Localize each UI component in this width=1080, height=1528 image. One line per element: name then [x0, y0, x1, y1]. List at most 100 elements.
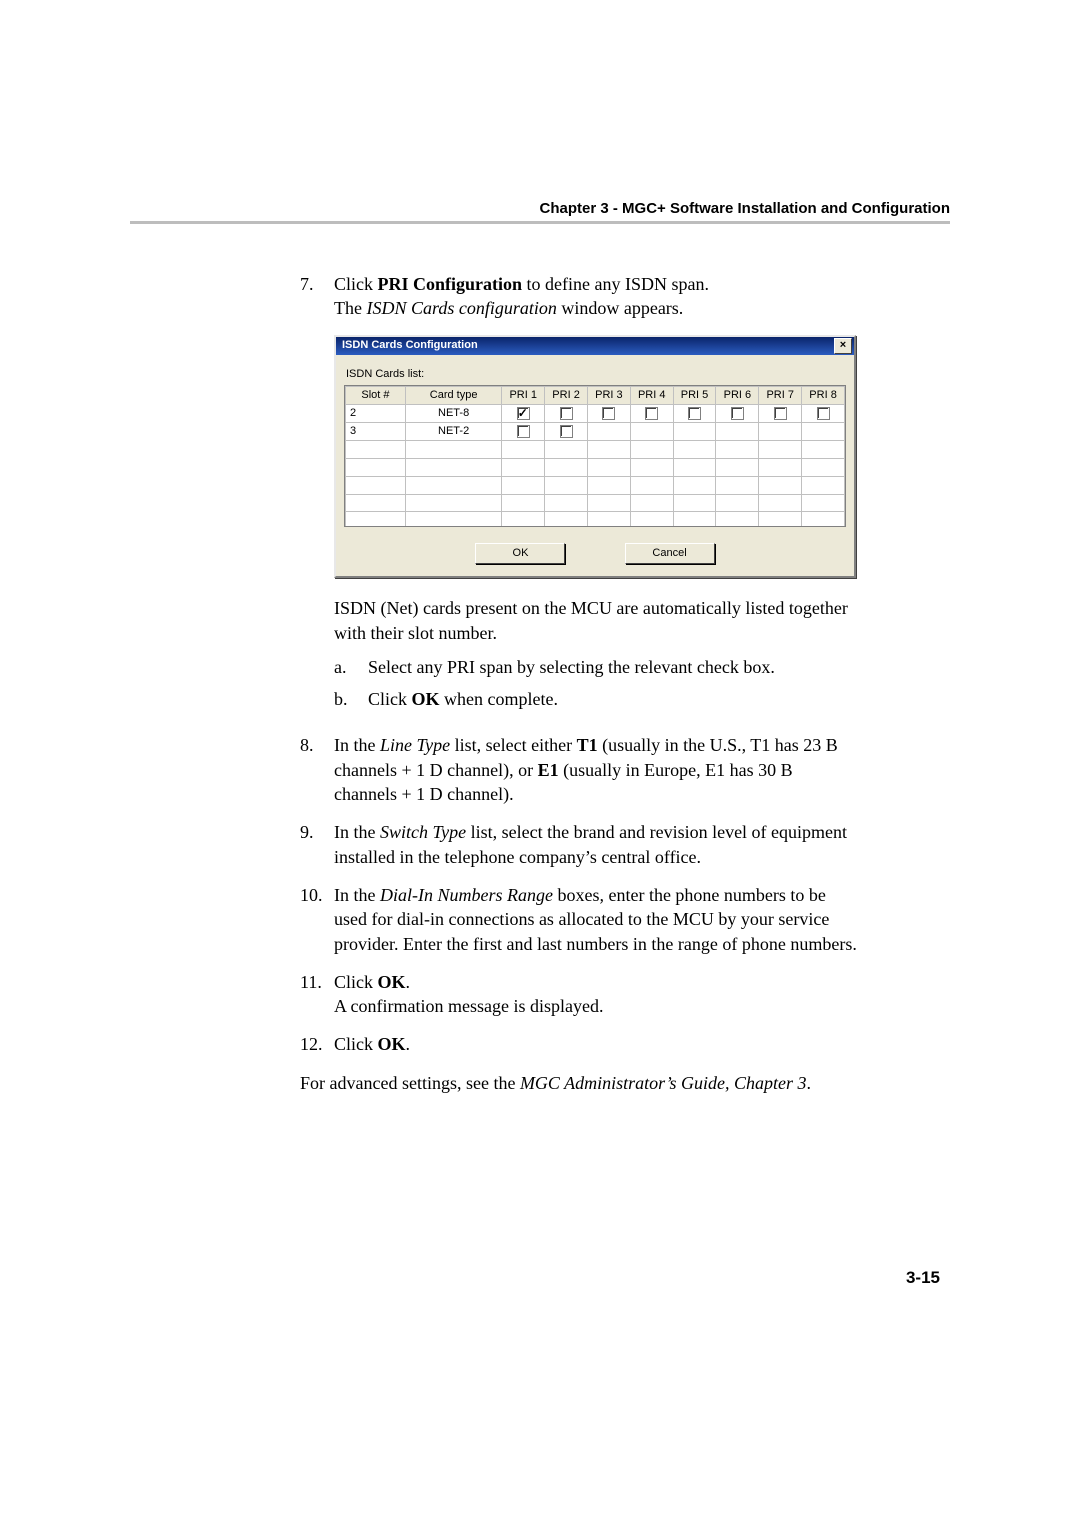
col-pri1[interactable]: PRI 1	[502, 387, 545, 405]
pri-checkbox[interactable]	[688, 407, 701, 420]
dialog-button-row: OK Cancel	[344, 543, 846, 564]
step-8: 8. In the Line Type list, select either …	[300, 733, 860, 806]
close-icon[interactable]: ×	[834, 338, 852, 354]
step-11-number: 11.	[300, 970, 334, 1019]
text-frag: Click	[368, 689, 412, 709]
table-row	[346, 458, 845, 476]
step-9-number: 9.	[300, 820, 334, 869]
substep-a-letter: a.	[334, 655, 368, 679]
cell-slot: 2	[346, 405, 406, 423]
step-7-bold: PRI Configuration	[378, 274, 523, 294]
step-11: 11. Click OK. A confirmation message is …	[300, 970, 860, 1019]
step-7-italic: ISDN Cards configuration	[366, 298, 556, 318]
step-10-number: 10.	[300, 883, 334, 956]
substep-b: b. Click OK when complete.	[334, 687, 860, 711]
table-row	[346, 512, 845, 528]
cancel-button[interactable]: Cancel	[625, 543, 715, 564]
page-number: 3-15	[906, 1268, 940, 1288]
step-7-number: 7.	[300, 272, 334, 719]
step-12-number: 12.	[300, 1032, 334, 1056]
pri-checkbox[interactable]	[560, 425, 573, 438]
substep-b-letter: b.	[334, 687, 368, 711]
text-bold: OK	[378, 972, 406, 992]
substep-a: a. Select any PRI span by selecting the …	[334, 655, 860, 679]
col-slot[interactable]: Slot #	[346, 387, 406, 405]
step-10-text: In the Dial-In Numbers Range boxes, ente…	[334, 883, 860, 956]
text-frag: boxes	[553, 885, 600, 905]
step-11-line2: A confirmation message is displayed.	[334, 996, 603, 1016]
text-bold: OK	[412, 689, 440, 709]
col-pri7[interactable]: PRI 7	[759, 387, 802, 405]
pri-checkbox[interactable]	[517, 425, 530, 438]
step-12: 12. Click OK.	[300, 1032, 860, 1056]
text-frag: .	[806, 1073, 811, 1093]
pri-checkbox[interactable]	[645, 407, 658, 420]
table-row: 3 NET-2	[346, 423, 845, 441]
col-cardtype[interactable]: Card type	[405, 387, 501, 405]
text-italic: Dial-In Numbers Range	[380, 885, 553, 905]
ok-button[interactable]: OK	[475, 543, 565, 564]
col-pri6[interactable]: PRI 6	[716, 387, 759, 405]
dialog-title: ISDN Cards Configuration	[342, 338, 834, 353]
table-header-row: Slot # Card type PRI 1 PRI 2 PRI 3 PRI 4…	[346, 387, 845, 405]
col-pri5[interactable]: PRI 5	[673, 387, 716, 405]
text-frag: when complete.	[440, 689, 558, 709]
isdn-dialog: ISDN Cards Configuration × ISDN Cards li…	[334, 335, 856, 579]
step-7-text-frag4: window appears.	[557, 298, 683, 318]
table-row: 2 NET-8	[346, 405, 845, 423]
step-7-text-frag3: The	[334, 298, 366, 318]
isdn-table-wrap: Slot # Card type PRI 1 PRI 2 PRI 3 PRI 4…	[344, 385, 846, 527]
pri-checkbox[interactable]	[774, 407, 787, 420]
text-italic: Line Type	[380, 735, 450, 755]
substep-a-text: Select any PRI span by selecting the rel…	[368, 655, 860, 679]
cell-empty	[802, 423, 845, 441]
cell-empty	[716, 423, 759, 441]
step-12-text: Click OK.	[334, 1032, 860, 1056]
cell-empty	[630, 423, 673, 441]
text-italic: MGC Administrator’s Guide, Chapter 3	[520, 1073, 807, 1093]
dialog-titlebar: ISDN Cards Configuration ×	[336, 337, 854, 355]
step-7-text-frag2: to define any ISDN span.	[522, 274, 709, 294]
text-frag: .	[406, 1034, 411, 1054]
substep-b-text: Click OK when complete.	[368, 687, 860, 711]
text-frag: .	[406, 972, 411, 992]
chapter-header: Chapter 3 - MGC+ Software Installation a…	[130, 200, 950, 217]
text-frag: In the	[334, 885, 380, 905]
col-pri4[interactable]: PRI 4	[630, 387, 673, 405]
cell-empty	[759, 423, 802, 441]
pri-checkbox[interactable]	[817, 407, 830, 420]
step-7-text-frag: Click	[334, 274, 378, 294]
text-bold: E1	[538, 760, 559, 780]
step-8-text: In the Line Type list, select either T1 …	[334, 733, 860, 806]
table-row	[346, 494, 845, 512]
cell-slot: 3	[346, 423, 406, 441]
pri-checkbox[interactable]	[560, 407, 573, 420]
text-bold: T1	[577, 735, 598, 755]
step-11-text: Click OK. A confirmation message is disp…	[334, 970, 860, 1019]
isdn-table: Slot # Card type PRI 1 PRI 2 PRI 3 PRI 4…	[345, 386, 845, 527]
col-pri8[interactable]: PRI 8	[802, 387, 845, 405]
cell-empty	[673, 423, 716, 441]
step-7: 7. Click PRI Configuration to define any…	[300, 272, 860, 719]
text-frag: For advanced settings, see the	[300, 1073, 520, 1093]
pri-checkbox[interactable]	[602, 407, 615, 420]
col-pri2[interactable]: PRI 2	[545, 387, 588, 405]
step-10: 10. In the Dial-In Numbers Range boxes, …	[300, 883, 860, 956]
step-9: 9. In the Switch Type list, select the b…	[300, 820, 860, 869]
step-9-text: In the Switch Type list, select the bran…	[334, 820, 860, 869]
list-label: ISDN Cards list:	[346, 367, 846, 382]
text-frag: In the	[334, 822, 380, 842]
text-frag: list, select either	[450, 735, 576, 755]
text-italic: Switch Type	[380, 822, 466, 842]
table-row	[346, 476, 845, 494]
pri-checkbox[interactable]	[517, 407, 530, 420]
text-bold: OK	[378, 1034, 406, 1054]
cell-cardtype: NET-2	[405, 423, 501, 441]
table-row	[346, 440, 845, 458]
text-frag: In the	[334, 735, 380, 755]
col-pri3[interactable]: PRI 3	[587, 387, 630, 405]
text-frag: Click	[334, 972, 378, 992]
text-frag: Click	[334, 1034, 378, 1054]
pri-checkbox[interactable]	[731, 407, 744, 420]
step-8-number: 8.	[300, 733, 334, 806]
